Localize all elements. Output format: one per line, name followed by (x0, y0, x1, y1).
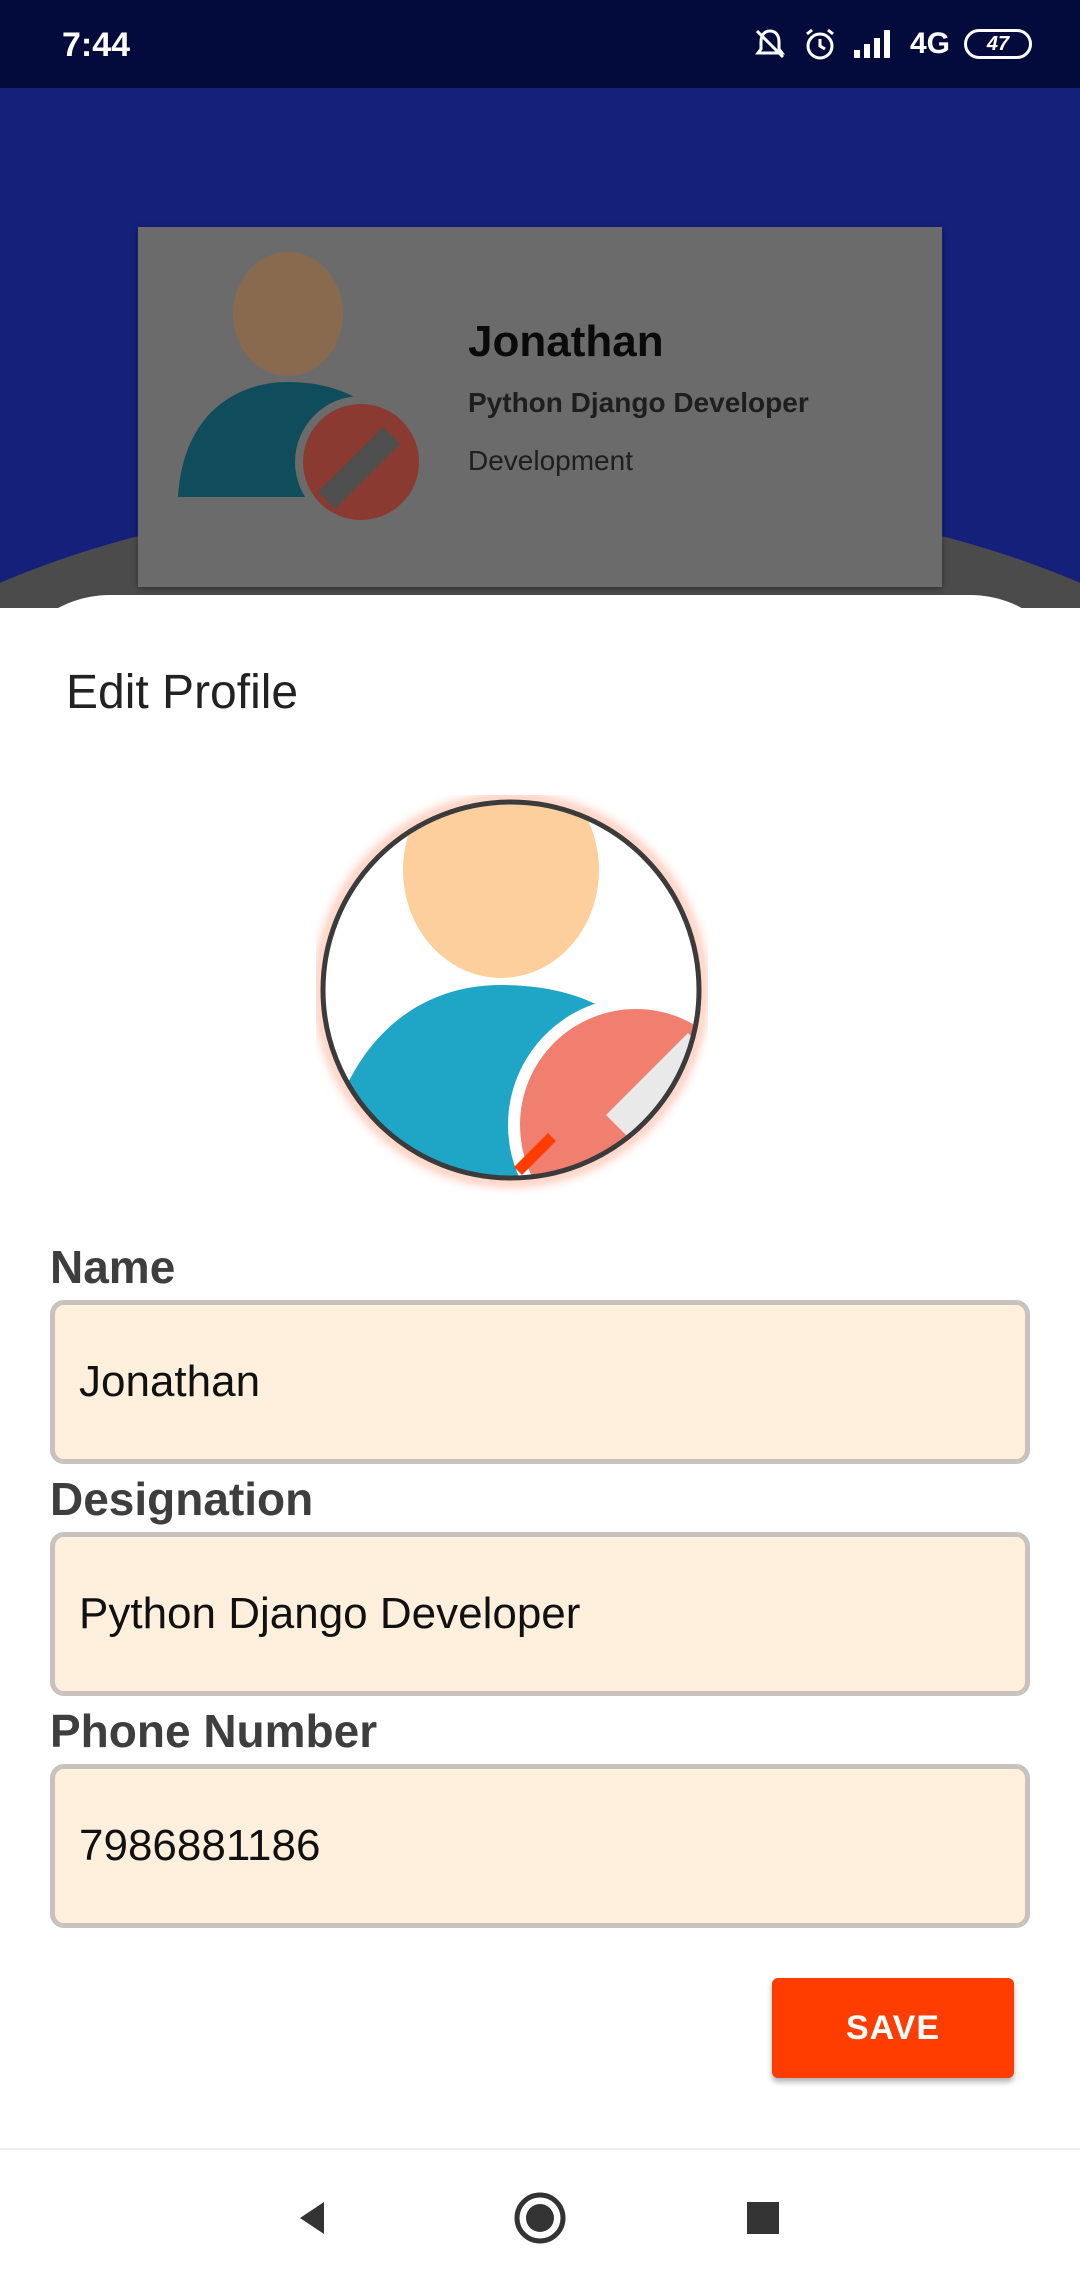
battery-level: 47 (986, 32, 1010, 55)
home-icon (514, 2192, 566, 2244)
sheet-title: Edit Profile (66, 666, 299, 719)
profile-designation: Python Django Developer (468, 387, 809, 418)
recents-icon (747, 2202, 779, 2234)
name-field[interactable] (50, 1300, 1030, 1464)
designation-field[interactable] (50, 1532, 1030, 1696)
battery-icon: 47 (964, 29, 1032, 59)
back-icon (300, 2202, 324, 2234)
profile-department: Development (468, 445, 633, 476)
alarm-icon (806, 28, 834, 60)
edit-profile-sheet: Edit Profile Name Designation Phone Numb… (0, 595, 1080, 2150)
edit-avatar-button[interactable] (316, 795, 708, 1195)
signal-icon (853, 30, 890, 58)
status-time: 7:44 (62, 26, 131, 64)
mute-bell-icon (754, 29, 785, 59)
home-button[interactable] (510, 2188, 570, 2248)
phone-field[interactable] (50, 1764, 1030, 1928)
nav-bar (0, 2148, 1080, 2280)
status-bar: 7:44 4G 47 (0, 0, 1080, 88)
profile-card: Jonathan Python Django Developer Develop… (138, 227, 942, 587)
status-icons: 4G 47 (752, 22, 1032, 66)
profile-name: Jonathan (468, 317, 664, 366)
phone-label: Phone Number (50, 1705, 378, 1757)
designation-label: Designation (50, 1473, 314, 1525)
network-type: 4G (909, 27, 950, 60)
back-button[interactable] (282, 2188, 342, 2248)
save-button[interactable]: SAVE (772, 1978, 1014, 2078)
name-label: Name (50, 1241, 176, 1293)
recents-button[interactable] (733, 2188, 793, 2248)
profile-avatar-icon (178, 252, 427, 528)
